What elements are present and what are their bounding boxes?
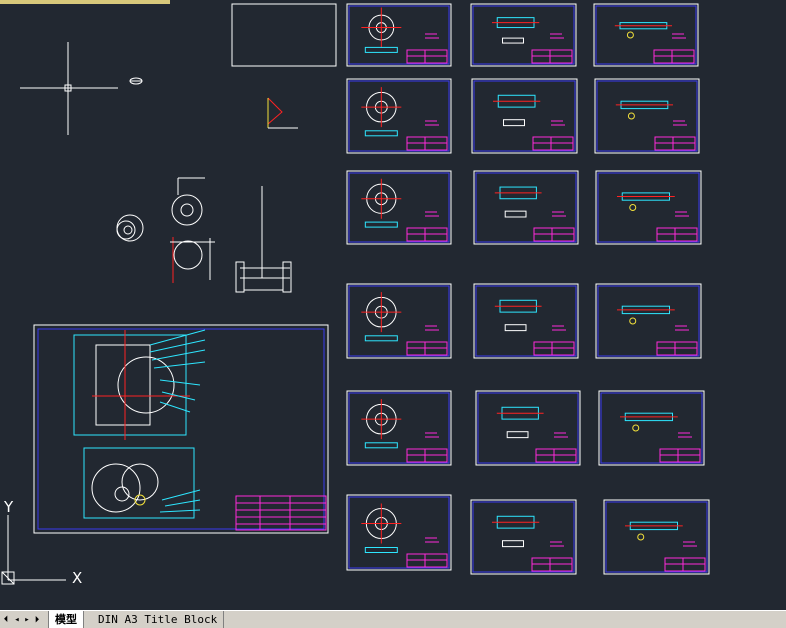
part-sheet[interactable]: [470, 3, 577, 67]
part-sheet[interactable]: [346, 170, 452, 245]
layout-tab-bar: ⏴ ◂ ▸ ⏵ 模型 DIN A3 Title Block: [0, 610, 786, 628]
part-sheets-grid: [346, 3, 710, 575]
part-sheet[interactable]: [346, 283, 452, 359]
drawing-area[interactable]: Y X: [0, 0, 786, 610]
crosshair-cursor: [20, 42, 118, 135]
model-space-canvas[interactable]: Y X: [0, 0, 786, 610]
tab-din-a3-title-block[interactable]: DIN A3 Title Block: [92, 611, 225, 628]
part-sheet[interactable]: [475, 390, 581, 466]
part-sheet[interactable]: [346, 78, 452, 154]
ucs-x-label: X: [72, 569, 82, 587]
part-sheet[interactable]: [471, 78, 578, 154]
small-marker-icon: [129, 77, 143, 85]
loose-part-stand: [235, 186, 292, 293]
part-sheet[interactable]: [473, 170, 579, 245]
part-sheet[interactable]: [473, 283, 579, 359]
loose-part-wheel: [116, 177, 215, 283]
assembly-sheet: [33, 324, 329, 534]
part-sheet[interactable]: [598, 390, 705, 466]
last-tab-icon[interactable]: ⏵: [31, 613, 43, 627]
part-sheet[interactable]: [346, 3, 452, 67]
part-sheet[interactable]: [595, 170, 702, 245]
part-sheet[interactable]: [603, 499, 710, 575]
part-sheet[interactable]: [346, 390, 452, 466]
part-sheet[interactable]: [594, 78, 700, 154]
part-sheet[interactable]: [595, 283, 702, 359]
part-sheet[interactable]: [593, 3, 699, 67]
part-sheet[interactable]: [470, 499, 577, 575]
ucs-y-label: Y: [3, 498, 14, 516]
part-sheet[interactable]: [346, 494, 452, 571]
partial-sheet-frame: [231, 3, 337, 67]
tab-model[interactable]: 模型: [48, 611, 84, 628]
angle-mark: [267, 97, 298, 129]
